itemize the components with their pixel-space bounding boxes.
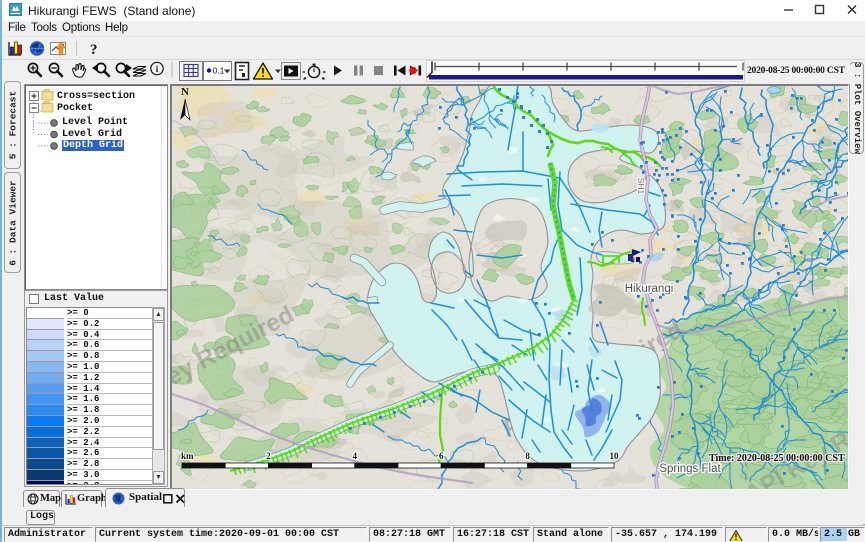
svg-text:km: km <box>181 451 194 461</box>
svg-text:N: N <box>181 86 189 98</box>
svg-text:8: 8 <box>525 451 530 461</box>
svg-text:2: 2 <box>266 451 271 461</box>
svg-text:10: 10 <box>610 451 620 461</box>
svg-text:i: i <box>156 64 159 74</box>
svg-text:Time: 2020-08-25 00:00:00 CST: Time: 2020-08-25 00:00:00 CST <box>709 453 845 464</box>
svg-text:SH1: SH1 <box>636 178 646 195</box>
svg-text:Hikurangi: Hikurangi <box>625 283 674 295</box>
svg-text:?: ? <box>90 42 98 58</box>
svg-text:6: 6 <box>439 451 444 461</box>
svg-text:4: 4 <box>353 451 358 461</box>
svg-text:Springs Flat: Springs Flat <box>659 463 721 475</box>
svg-text:0.1: 0.1 <box>213 66 225 76</box>
